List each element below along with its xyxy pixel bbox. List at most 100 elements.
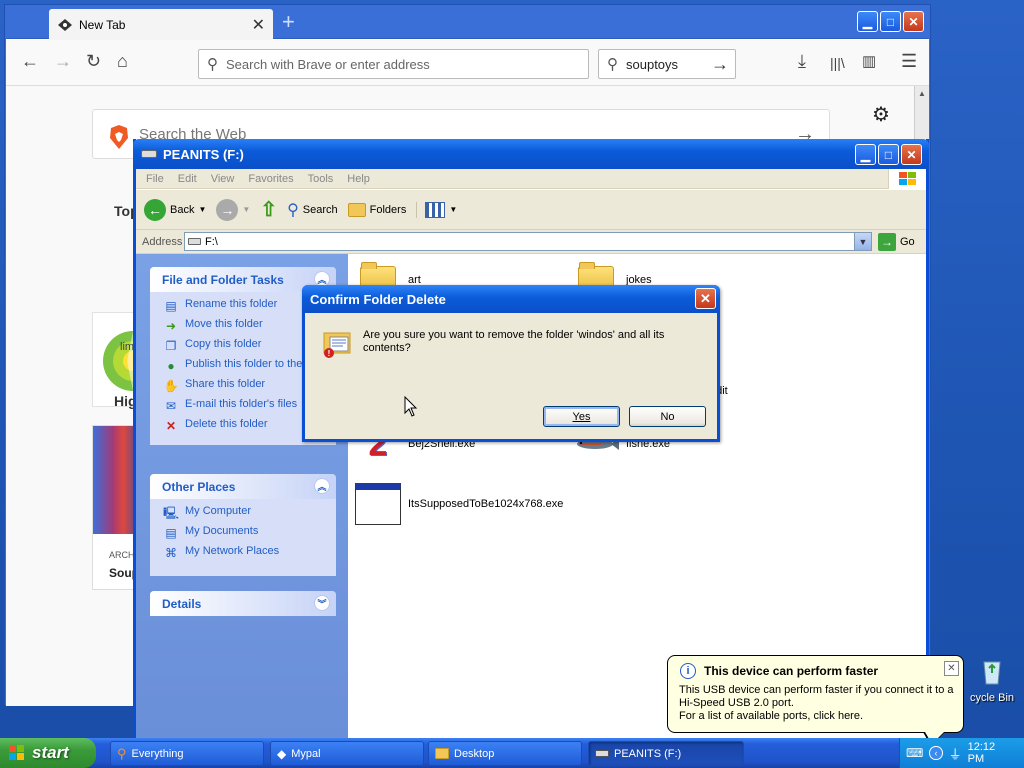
tab-close-icon[interactable]: ✕ [252, 15, 265, 35]
other-places-panel: Other Places ︽ 🖳 My Computer ▤ My Document… [150, 474, 336, 576]
go-button[interactable]: → Go [878, 233, 915, 251]
menu-tools[interactable]: Tools [308, 173, 334, 185]
taskbar: start ⚲ Everything ◆ Mypal Desktop PEANI… [0, 738, 1024, 768]
forward-arrow-icon[interactable]: → [54, 52, 72, 70]
dialog-close-button[interactable]: ✕ [695, 288, 716, 309]
scroll-up-arrow-icon[interactable]: ▲ [915, 86, 929, 101]
forward-button[interactable]: → ▼ [216, 198, 250, 221]
task-label: E-mail this folder's files [185, 398, 298, 410]
balloon-title: This device can perform faster [704, 664, 879, 678]
info-icon: i [680, 663, 696, 679]
search-icon: ⚲ [607, 56, 618, 73]
url-placeholder: Search with Brave or enter address [226, 56, 430, 72]
explorer-menu-bar: File Edit View Favorites Tools Help [136, 169, 926, 189]
highlight-meta: ARCH [109, 550, 135, 560]
up-folder-button[interactable]: ⇧ [260, 197, 277, 222]
place-my-documents[interactable]: ▤ My Documents [163, 525, 336, 541]
views-button[interactable]: ▼ [416, 201, 457, 218]
address-bar: Address F:\ ▼ → Go [136, 230, 926, 254]
menu-file[interactable]: File [146, 173, 164, 185]
usb-notification-balloon[interactable]: i This device can perform faster ✕ This … [667, 655, 964, 746]
panel-header[interactable]: Details ︾ [150, 591, 336, 616]
svg-text:!: ! [328, 349, 331, 358]
mouse-cursor-icon [404, 396, 418, 417]
share-icon: ✋ [163, 378, 179, 393]
globe-icon: ● [167, 358, 175, 373]
top-site-label: lim [120, 341, 135, 353]
explorer-title-bar[interactable]: PEANITS (F:) ▁ □ ✕ [133, 139, 929, 169]
up-arrow-icon: ⇧ [260, 199, 278, 221]
views-icon [425, 201, 446, 218]
task-label: Copy this folder [185, 338, 262, 350]
menu-icon[interactable]: ☰ [901, 52, 917, 70]
back-arrow-icon[interactable]: ← [21, 52, 39, 70]
folders-button[interactable]: Folders [347, 202, 406, 217]
download-icon[interactable]: ⤓ [798, 52, 806, 70]
place-my-computer[interactable]: 🖳 My Computer [163, 505, 336, 521]
library-icon[interactable]: |||\ [830, 54, 845, 72]
gear-icon[interactable]: ⚙ [872, 102, 890, 127]
menu-edit[interactable]: Edit [178, 173, 197, 185]
search-input[interactable]: ⚲ souptoys → [598, 49, 736, 79]
usb-device-icon[interactable]: ⏚ [949, 744, 962, 763]
collapse-chevron-icon[interactable]: ︽ [314, 478, 330, 494]
panel-title: Details [162, 596, 202, 611]
back-dropdown-icon[interactable]: ▼ [198, 205, 206, 214]
back-button[interactable]: ← Back ▼ [144, 198, 206, 221]
taskbar-item-peanits[interactable]: PEANITS (F:) [588, 741, 744, 766]
keyboard-icon[interactable]: ⌨ [906, 746, 923, 760]
taskbar-item-everything[interactable]: ⚲ Everything [110, 741, 264, 766]
new-tab-plus-icon[interactable]: + [282, 11, 295, 33]
taskbar-item-mypal[interactable]: ◆ Mypal [270, 741, 424, 766]
balloon-header: i This device can perform faster [680, 663, 878, 679]
mypal-icon: ◆ [277, 746, 287, 761]
reload-icon[interactable]: ↻ [86, 52, 101, 70]
network-icon: ⌘ [165, 545, 177, 560]
everything-search-icon: ⚲ [117, 745, 127, 761]
home-icon[interactable]: ⌂ [117, 52, 128, 70]
panel-title: Other Places [162, 479, 236, 494]
place-label: My Network Places [185, 545, 280, 557]
tab-title: New Tab [79, 17, 126, 32]
start-button[interactable]: start [0, 738, 96, 768]
explorer-window-controls: ▁ □ ✕ [855, 144, 922, 165]
taskbar-item-label: Desktop [454, 747, 495, 760]
delete-x-icon: ✕ [165, 418, 177, 433]
taskbar-item-label: PEANITS (F:) [614, 747, 682, 760]
address-input[interactable]: F:\ ▼ [184, 232, 872, 251]
balloon-close-icon[interactable]: ✕ [944, 661, 959, 676]
address-dropdown-icon[interactable]: ▼ [854, 233, 871, 250]
taskbar-item-desktop[interactable]: Desktop [428, 741, 582, 766]
minimize-button[interactable]: ▁ [855, 144, 876, 165]
file-item[interactable]: ItsSupposedToBe1024x768.exe [354, 480, 563, 528]
menu-help[interactable]: Help [347, 173, 370, 185]
url-input[interactable]: ⚲ Search with Brave or enter address [198, 49, 589, 79]
maximize-button[interactable]: □ [878, 144, 899, 165]
expand-chevron-icon[interactable]: ︾ [314, 595, 330, 611]
folders-icon [347, 202, 366, 217]
search-go-arrow-icon[interactable]: → [711, 54, 729, 75]
search-button[interactable]: ⚲ Search [287, 200, 338, 220]
close-button[interactable]: ✕ [903, 11, 924, 32]
sidebar-icon[interactable]: ▥ [862, 53, 876, 71]
clock: 12:12 PM [967, 741, 996, 765]
details-panel: Details ︾ [150, 591, 336, 616]
minimize-button[interactable]: ▁ [857, 11, 878, 32]
menu-favorites[interactable]: Favorites [248, 173, 293, 185]
forward-dropdown-icon[interactable]: ▼ [242, 205, 250, 214]
place-network[interactable]: ⌘ My Network Places [163, 545, 336, 561]
recycle-bin-shortcut[interactable]: cycle Bin [960, 656, 1024, 716]
drive-icon [141, 150, 157, 158]
maximize-button[interactable]: □ [880, 11, 901, 32]
dialog-title-bar[interactable]: Confirm Folder Delete ✕ [302, 285, 720, 313]
no-button[interactable]: No [629, 406, 706, 427]
yes-button[interactable]: Yes [543, 406, 620, 427]
tray-expand-icon[interactable]: ‹ [929, 746, 943, 760]
browser-tab[interactable]: New Tab ✕ [49, 9, 273, 40]
balloon-line2[interactable]: For a list of available ports, click her… [679, 710, 957, 723]
menu-view[interactable]: View [211, 173, 235, 185]
close-button[interactable]: ✕ [901, 144, 922, 165]
explorer-toolbar: ← Back ▼ → ▼ ⇧ ⚲ Search Folders ▼ [136, 190, 926, 230]
panel-header[interactable]: Other Places ︽ [150, 474, 336, 499]
back-label: Back [170, 203, 195, 216]
